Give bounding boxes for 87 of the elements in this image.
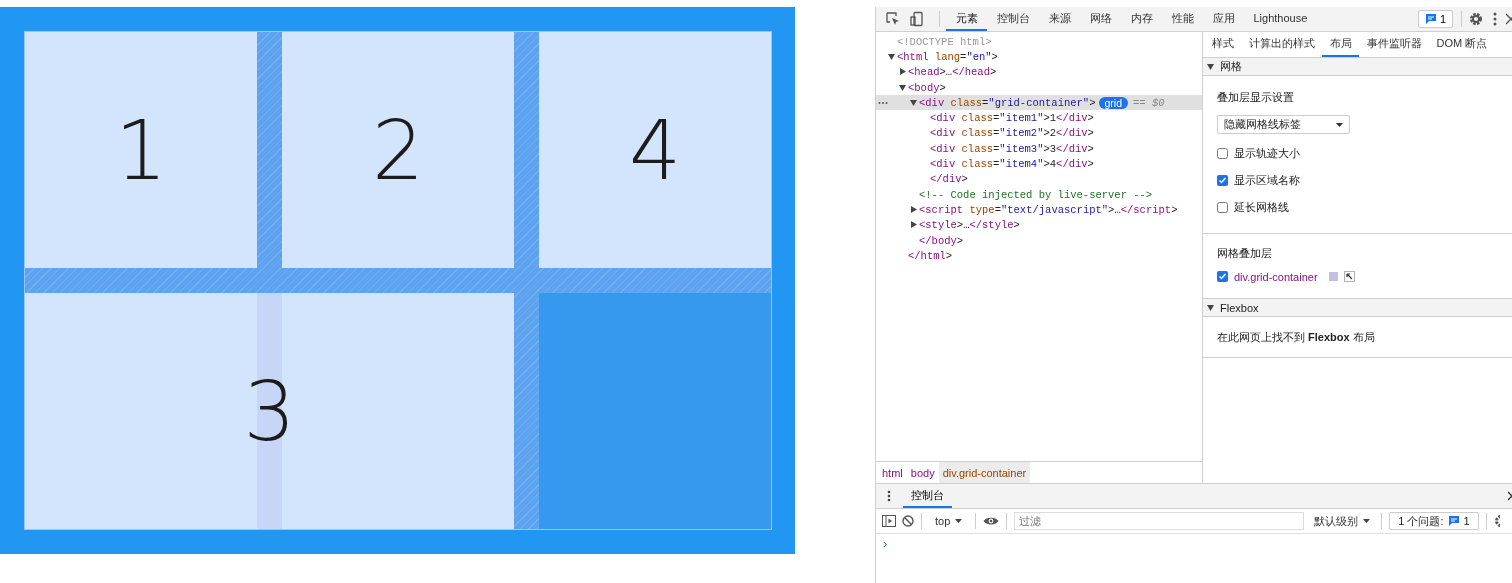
sidebar-tab[interactable]: 事件监听器 <box>1359 32 1429 57</box>
settings-icon[interactable] <box>1468 11 1484 27</box>
reveal-icon[interactable] <box>1343 271 1355 282</box>
code-line[interactable]: </body> <box>919 234 964 247</box>
section-header[interactable]: 网格 <box>1203 58 1512 76</box>
section-title: 网格 <box>1220 59 1242 74</box>
code-line[interactable]: <style>…</style> <box>919 219 1020 232</box>
code-line[interactable]: <html lang="en"> <box>897 50 998 63</box>
more-menu-icon[interactable] <box>1492 11 1498 27</box>
issues-label: 1 个问题: <box>1398 513 1444 529</box>
code-line[interactable]: <script type="text/javascript">…</script> <box>919 203 1178 216</box>
sidebar-tab[interactable]: 样式 <box>1204 32 1241 57</box>
context-select[interactable]: top <box>929 514 969 528</box>
breadcrumb[interactable]: div.grid-container <box>938 462 1031 483</box>
checkbox[interactable] <box>1217 202 1228 213</box>
section-title: Flexbox <box>1220 301 1259 314</box>
overlay-element-link[interactable]: div.grid-container <box>1234 270 1318 283</box>
caret-icon <box>955 519 963 523</box>
grid-item: 2 <box>282 32 514 268</box>
code-line[interactable]: <!-- Code injected by live-server --> <box>919 188 1153 201</box>
code-line[interactable]: <div class="grid-container"> <box>919 96 1096 109</box>
code-line[interactable]: </html> <box>908 249 953 262</box>
sidebar-tab[interactable]: 计算出的样式 <box>1241 32 1322 57</box>
empty-message: 在此网页上找不到 Flexbox 布局 <box>1217 330 1375 345</box>
triangle-right-icon[interactable] <box>910 205 918 214</box>
triangle-down-icon[interactable] <box>910 98 918 107</box>
close-icon[interactable] <box>1506 13 1512 25</box>
grid-item: 1 <box>25 32 257 268</box>
panel-tab[interactable]: Lighthouse <box>1244 7 1317 31</box>
grid-item: 4 <box>539 32 771 268</box>
panel-tab[interactable]: 来源 <box>1039 7 1080 31</box>
code-line[interactable]: </div> <box>930 173 968 186</box>
filter-field[interactable]: 过滤 <box>1014 512 1305 530</box>
code-line[interactable]: <div class="item1">1</div> <box>930 112 1094 125</box>
caret-icon <box>1336 122 1343 127</box>
console-prompt[interactable]: › <box>876 534 1512 553</box>
selected-node-marker: == $0 <box>1133 96 1165 109</box>
line-labels-select[interactable]: 隐藏网格线标签 <box>1217 115 1350 134</box>
panel-tab[interactable]: 性能 <box>1162 7 1203 31</box>
overlays-label: 网格叠加层 <box>1217 246 1272 261</box>
grid-badge[interactable]: grid <box>1098 96 1128 109</box>
checkbox[interactable] <box>1217 148 1228 159</box>
checkbox-label: 显示轨迹大小 <box>1234 146 1300 161</box>
checkbox[interactable] <box>1217 271 1228 282</box>
drawer-tab[interactable]: 控制台 <box>903 484 952 508</box>
checkbox-label: 显示区域名称 <box>1234 173 1300 188</box>
panel-tab[interactable]: 应用 <box>1203 7 1244 31</box>
more-icon[interactable] <box>878 101 888 106</box>
code-line[interactable]: <head>…</head> <box>908 66 997 79</box>
checkbox-label: 延长网格线 <box>1234 200 1289 215</box>
code-line[interactable]: <div class="item3">3</div> <box>930 142 1094 155</box>
message-icon <box>1447 515 1460 527</box>
device-icon[interactable] <box>909 11 925 27</box>
log-level-select[interactable]: 默认级别 <box>1310 513 1375 529</box>
caret-icon <box>1363 519 1371 523</box>
triangle-right-icon[interactable] <box>910 221 918 230</box>
settings-label: 叠加层显示设置 <box>1217 90 1294 105</box>
issues-button[interactable]: 1 <box>1417 10 1453 28</box>
panel-tab[interactable]: 控制台 <box>987 7 1039 31</box>
issues-count: 1 <box>1463 515 1470 527</box>
color-swatch[interactable] <box>1328 272 1338 281</box>
close-icon[interactable] <box>1508 491 1512 501</box>
eye-icon[interactable] <box>983 516 1000 526</box>
sidebar-toggle-icon[interactable] <box>882 515 896 527</box>
sidebar-tab[interactable]: DOM 断点 <box>1429 32 1495 57</box>
section-header[interactable]: Flexbox <box>1203 299 1512 317</box>
breadcrumb[interactable]: body <box>906 462 939 483</box>
triangle-right-icon[interactable] <box>899 68 907 77</box>
clear-icon[interactable] <box>902 515 914 527</box>
message-icon <box>1424 13 1437 25</box>
triangle-down-icon[interactable] <box>1207 303 1215 312</box>
code-line[interactable]: <body> <box>908 81 946 94</box>
code-line[interactable]: <div class="item4">4</div> <box>930 158 1094 170</box>
panel-tab[interactable]: 内存 <box>1121 7 1162 31</box>
panel-tab[interactable]: 网络 <box>1080 7 1121 31</box>
issues-counter[interactable]: 1 个问题: 1 <box>1389 512 1479 530</box>
panel-tab[interactable]: 元素 <box>946 7 987 31</box>
triangle-down-icon[interactable] <box>888 52 896 61</box>
triangle-down-icon[interactable] <box>899 83 907 92</box>
triangle-down-icon[interactable] <box>1207 62 1215 71</box>
checkbox[interactable] <box>1217 175 1228 186</box>
more-menu-icon[interactable] <box>887 490 891 502</box>
grid-item: 3 <box>25 293 514 529</box>
code-line[interactable]: <div class="item2">2</div> <box>930 127 1094 140</box>
inspect-icon[interactable] <box>885 11 901 27</box>
settings-icon[interactable] <box>1493 514 1500 528</box>
breadcrumb[interactable]: html <box>878 462 907 483</box>
